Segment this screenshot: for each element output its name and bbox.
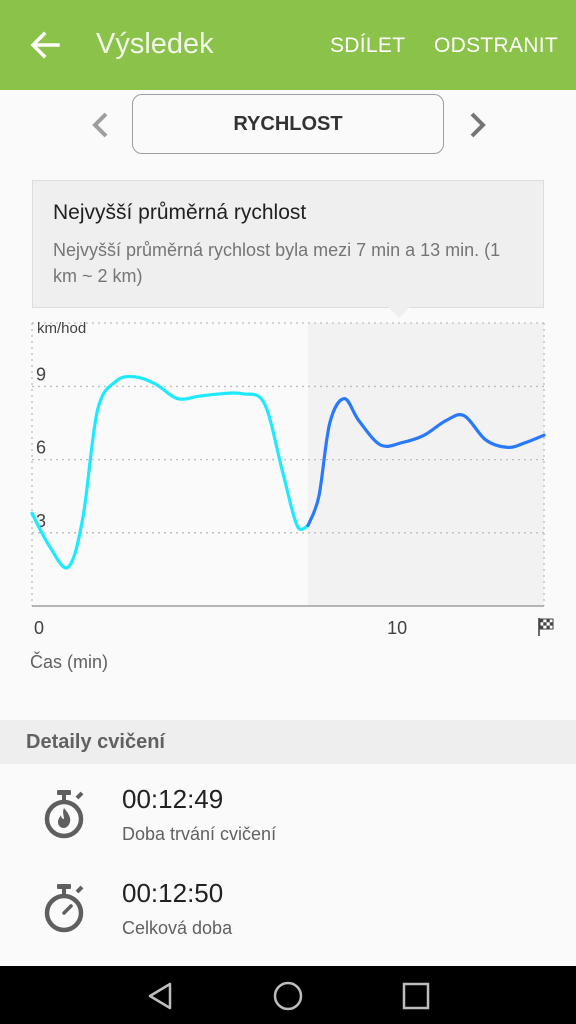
finish-flag-icon [538, 618, 554, 636]
info-heading: Nejvyšší průměrná rychlost [53, 201, 307, 224]
stopwatch-icon [44, 884, 84, 933]
page-title: Výsledek [96, 28, 214, 60]
duration-value: 00:12:49 [122, 784, 224, 814]
detail-row-duration: 00:12:49 Doba trvání cvičení [0, 784, 576, 874]
delete-button[interactable]: ODSTRANIT [434, 34, 558, 58]
nav-home-icon[interactable] [270, 978, 306, 1014]
total-time-label: Celková doba [122, 918, 233, 938]
duration-label: Doba trvání cvičení [122, 824, 277, 844]
info-description: Nejvyšší průměrná rychlost byla mezi 7 m… [53, 240, 501, 286]
y-axis-label: km/hod [37, 320, 86, 337]
chevron-left-icon[interactable] [86, 110, 114, 140]
callout-pointer [388, 307, 410, 318]
metric-selector[interactable]: RYCHLOST [132, 94, 444, 154]
highlight-region [307, 323, 544, 606]
back-arrow-icon[interactable] [28, 28, 62, 62]
stopwatch-flame-icon [44, 790, 84, 839]
speed-series-line-1 [30, 374, 310, 570]
y-tick-label: 6 [36, 438, 46, 458]
system-nav-bar [0, 966, 576, 1024]
detail-row-total: 00:12:50 Celková doba [0, 878, 576, 968]
x-tick-label: 0 [34, 618, 44, 638]
total-time-value: 00:12:50 [122, 878, 224, 908]
x-axis-label: Čas (min) [30, 651, 108, 672]
speed-chart: km/hod 369 0 10 Čas (min) [30, 320, 554, 672]
x-tick-label: 10 [387, 618, 407, 638]
chevron-right-icon[interactable] [464, 110, 492, 140]
nav-recents-icon[interactable] [398, 978, 434, 1014]
details-header: Detaily cvičení [0, 720, 576, 764]
y-tick-label: 9 [36, 364, 46, 384]
nav-back-icon[interactable] [142, 978, 178, 1014]
info-callout: Nejvyšší průměrná rychlost Nejvyšší prům… [32, 180, 544, 308]
app-bar: Výsledek SDÍLET ODSTRANIT [0, 0, 576, 90]
share-button[interactable]: SDÍLET [330, 34, 405, 58]
